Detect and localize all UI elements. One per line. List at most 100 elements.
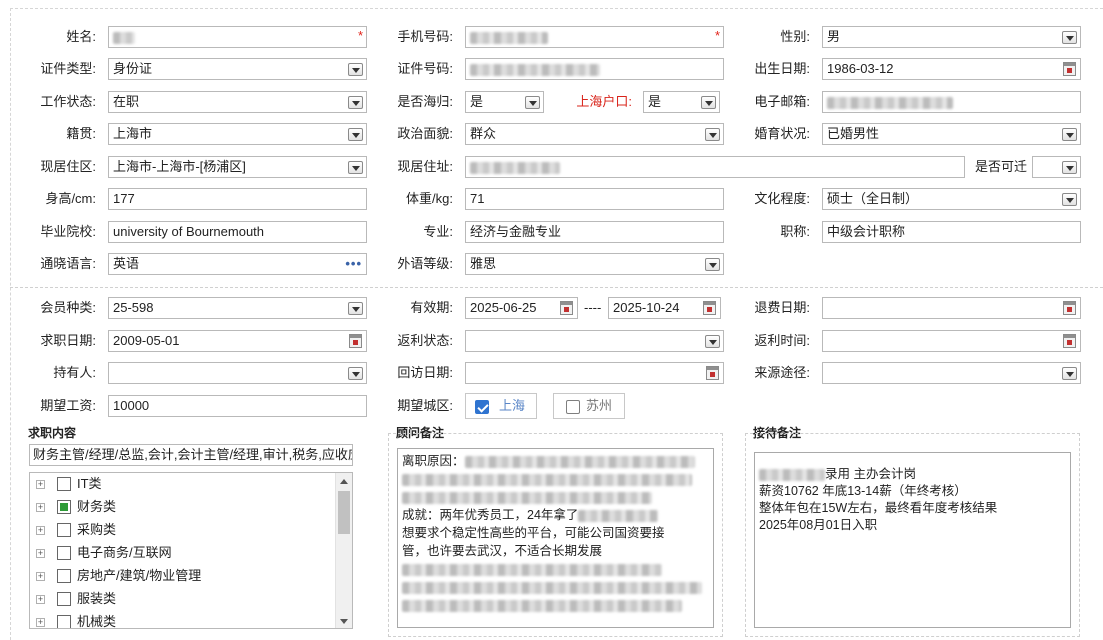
chevron-down-icon[interactable] (348, 128, 363, 141)
calendar-icon[interactable] (706, 366, 719, 380)
checkbox-icon[interactable] (57, 615, 71, 628)
major-input[interactable]: 经济与金融专业 (465, 221, 724, 243)
revisit-date-input[interactable] (465, 362, 724, 384)
expand-icon[interactable]: + (36, 503, 45, 512)
id-number-input[interactable] (465, 58, 724, 80)
consultant-notes-textarea[interactable]: 离职原因： 成就：两年优秀员工，24年拿了 想要求个稳定性高些的平台，可能公司国… (397, 448, 714, 628)
more-icon[interactable]: ••• (345, 254, 362, 274)
refund-date-input[interactable] (822, 297, 1081, 319)
valid-from-value: 2025-06-25 (470, 300, 537, 315)
scroll-down-icon[interactable] (340, 619, 348, 624)
chevron-down-icon[interactable] (1062, 128, 1077, 141)
tree-node[interactable]: + 服装类 (30, 589, 335, 609)
tree-node[interactable]: + 电子商务/互联网 (30, 543, 335, 563)
note-line-text: 想要求个稳定性高些的平台，可能公司国资要接 (402, 526, 665, 540)
holder-select[interactable] (108, 362, 367, 384)
birth-date-input[interactable]: 1986-03-12 (822, 58, 1081, 80)
checkbox-icon[interactable] (566, 400, 580, 414)
chevron-down-icon[interactable] (705, 258, 720, 271)
address-input[interactable] (465, 156, 965, 178)
email-input[interactable] (822, 91, 1081, 113)
date-range-separator: ---- (584, 300, 602, 315)
chevron-down-icon[interactable] (348, 367, 363, 380)
work-status-select[interactable]: 在职 (108, 91, 367, 113)
chevron-down-icon[interactable] (1062, 367, 1077, 380)
hometown-select[interactable]: 上海市 (108, 123, 367, 145)
tree-node[interactable]: + 机械类 (30, 612, 335, 628)
languages-input[interactable]: 英语 ••• (108, 253, 367, 275)
chevron-down-icon[interactable] (1062, 161, 1077, 174)
lang-level-select[interactable]: 雅思 (465, 253, 724, 275)
tree-node[interactable]: + IT类 (30, 474, 335, 494)
tree-scrollbar[interactable] (335, 473, 352, 628)
reception-notes-textarea[interactable]: 录用 主办会计岗 薪资10762 年底13-14薪（年终考核） 整体年包在15W… (754, 452, 1071, 628)
political-label: 政治面貌: (397, 126, 453, 141)
tree-node[interactable]: + 财务类 (30, 497, 335, 517)
checkbox-icon[interactable] (57, 592, 71, 606)
note-line: 想要求个稳定性高些的平台，可能公司国资要接 (402, 524, 709, 542)
checkbox-partial-icon[interactable] (57, 500, 71, 514)
tree-node[interactable]: + 房地产/建筑/物业管理 (30, 566, 335, 586)
id-type-select[interactable]: 身份证 (108, 58, 367, 80)
job-seek-date-input[interactable]: 2009-05-01 (108, 330, 367, 352)
weight-input[interactable]: 71 (465, 188, 724, 210)
chevron-down-icon[interactable] (1062, 193, 1077, 206)
calendar-icon[interactable] (560, 301, 573, 315)
member-type-select[interactable]: 25-598 (108, 297, 367, 319)
expand-icon[interactable]: + (36, 480, 45, 489)
expand-icon[interactable]: + (36, 526, 45, 535)
chevron-down-icon[interactable] (348, 302, 363, 315)
chevron-down-icon[interactable] (348, 63, 363, 76)
phone-input[interactable]: * (465, 26, 724, 48)
chevron-down-icon[interactable] (348, 161, 363, 174)
chevron-down-icon[interactable] (701, 96, 716, 109)
chevron-down-icon[interactable] (705, 335, 720, 348)
sh-hukou-select[interactable]: 是 (643, 91, 720, 113)
tree-node[interactable]: + 采购类 (30, 520, 335, 540)
calendar-icon[interactable] (1063, 301, 1076, 315)
checkbox-icon[interactable] (57, 477, 71, 491)
expand-icon[interactable]: + (36, 595, 45, 604)
chevron-down-icon[interactable] (525, 96, 540, 109)
checkbox-icon[interactable] (57, 523, 71, 537)
expected-salary-input[interactable]: 10000 (108, 395, 367, 417)
job-content-title: 求职内容 (28, 426, 77, 440)
note-line (402, 470, 709, 488)
name-input[interactable]: * (108, 26, 367, 48)
expand-icon[interactable]: + (36, 618, 45, 627)
checkbox-icon[interactable] (57, 546, 71, 560)
job-category-tree[interactable]: + IT类 + 财务类 + 采购类 + 电子商务/互联网 + 房地产/建筑/物业… (29, 472, 353, 629)
chevron-down-icon[interactable] (348, 96, 363, 109)
checkbox-icon[interactable] (57, 569, 71, 583)
expand-icon[interactable]: + (36, 549, 45, 558)
rebate-status-select[interactable] (465, 330, 724, 352)
gender-select[interactable]: 男 (822, 26, 1081, 48)
chevron-down-icon[interactable] (705, 128, 720, 141)
overseas-select[interactable]: 是 (465, 91, 544, 113)
city-option-shanghai[interactable]: 上海 (465, 393, 537, 419)
scroll-up-icon[interactable] (340, 479, 348, 484)
marital-select[interactable]: 已婚男性 (822, 123, 1081, 145)
scrollbar-thumb[interactable] (338, 491, 350, 534)
chevron-down-icon[interactable] (1062, 31, 1077, 44)
source-select[interactable] (822, 362, 1081, 384)
relocate-select[interactable] (1032, 156, 1081, 178)
school-input[interactable]: university of Bournemouth (108, 221, 367, 243)
education-select[interactable]: 硕士（全日制） (822, 188, 1081, 210)
calendar-icon[interactable] (703, 301, 716, 315)
city-option-suzhou[interactable]: 苏州 (553, 393, 625, 419)
valid-to-input[interactable]: 2025-10-24 (608, 297, 721, 319)
job-content-summary[interactable]: 财务主管/经理/总监,会计,会计主管/经理,审计,税务,应收应 (29, 444, 353, 466)
height-input[interactable]: 177 (108, 188, 367, 210)
calendar-icon[interactable] (1063, 62, 1076, 76)
title-input[interactable]: 中级会计职称 (822, 221, 1081, 243)
tree-node-label: IT类 (77, 476, 102, 491)
calendar-icon[interactable] (1063, 334, 1076, 348)
calendar-icon[interactable] (349, 334, 362, 348)
checkbox-checked-icon[interactable] (475, 400, 489, 414)
rebate-time-input[interactable] (822, 330, 1081, 352)
valid-from-input[interactable]: 2025-06-25 (465, 297, 578, 319)
expand-icon[interactable]: + (36, 572, 45, 581)
political-select[interactable]: 群众 (465, 123, 724, 145)
residence-area-select[interactable]: 上海市-上海市-[杨浦区] (108, 156, 367, 178)
